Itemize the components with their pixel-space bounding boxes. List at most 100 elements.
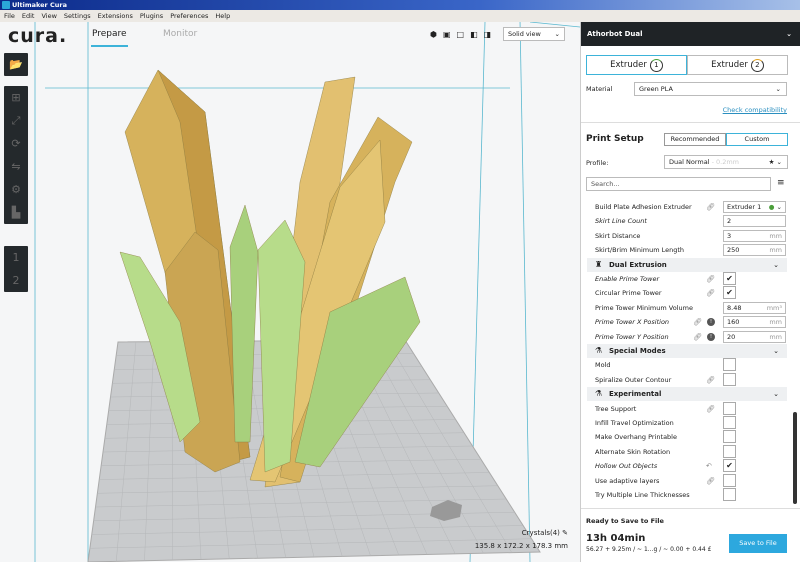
chevron-down-icon: ⌄ (773, 260, 779, 269)
right-view-icon[interactable]: ◨ (484, 30, 492, 39)
category-dual-extrusion-icon: ♜ (595, 259, 603, 269)
model-info: Crystals(4) ✎ 135.8 x 172.2 x 178.3 mm (475, 527, 568, 553)
profile-select[interactable]: Dual Normal - 0.2mm ★ ⌄ (664, 155, 788, 169)
menu-view[interactable]: View (41, 10, 56, 22)
link-icon: 🔗︎ (706, 289, 715, 298)
3d-viewport[interactable]: cura. Prepare Monitor ⬢ ▣ □ ◧ ◨ Solid view ⌄ … (0, 22, 580, 562)
per-model-settings-icon[interactable]: ⚙ (4, 178, 28, 201)
setting-input[interactable]: 160 mm (723, 316, 786, 329)
setting-label: Use adaptive layers (595, 476, 660, 485)
support-blocker-icon[interactable]: ▙ (4, 201, 28, 224)
menu-plugins[interactable]: Plugins (140, 10, 163, 22)
setting-label: Skirt Distance (595, 231, 641, 240)
view-mode-select[interactable]: Solid view ⌄ (503, 27, 565, 41)
recommended-button[interactable]: Recommended (664, 133, 726, 146)
profile-label: Profile: (586, 159, 609, 167)
setting-input[interactable]: 20 mm (723, 330, 786, 343)
menu-extensions[interactable]: Extensions (98, 10, 133, 22)
check-compatibility-link[interactable]: Check compatibility (723, 106, 787, 114)
setting-row: Spiralize Outer Contour 🔗︎ (595, 372, 785, 387)
custom-button[interactable]: Custom (726, 133, 788, 146)
setting-input[interactable]: 250 mm (723, 244, 786, 257)
setting-label: Prime Tower Y Position (595, 332, 669, 341)
setting-label: Build Plate Adhesion Extruder (595, 203, 692, 211)
link-icon: 🔗︎ (706, 404, 715, 413)
printer-selector[interactable]: Athorbot Dual ⌄ (581, 22, 800, 46)
setting-row: Prime Tower Y Position 🔗︎! 20 mm (595, 330, 786, 344)
setting-row: Tree Support 🔗︎ (595, 401, 785, 416)
category-experimental-icon: ⚗ (595, 389, 603, 399)
setting-checkbox[interactable]: ✔ (723, 286, 736, 300)
setting-label: Try Multiple Line Thicknesses (595, 491, 690, 499)
menu-file[interactable]: File (4, 10, 15, 22)
setting-checkbox[interactable] (723, 358, 736, 372)
setting-row: Make Overhang Printable (595, 430, 785, 444)
setting-checkbox[interactable] (723, 416, 736, 429)
front-view-icon[interactable]: ▣ (443, 30, 451, 39)
material-label: Material (586, 85, 613, 93)
title-bar: Ultimaker Cura (0, 0, 800, 10)
setting-label: Skirt/Brim Minimum Length (595, 246, 685, 255)
setting-row: Build Plate Adhesion Extruder 🔗︎ Extruder … (595, 200, 786, 214)
mirror-icon[interactable]: ⇋ (4, 155, 28, 178)
settings-panel: Athorbot Dual ⌄ Extruder 1 Extruder 2 Mater… (580, 22, 800, 562)
link-icon: 🔗︎ (706, 203, 715, 211)
setting-label: Prime Tower X Position (595, 318, 670, 327)
top-view-icon[interactable]: □ (457, 30, 465, 39)
setting-checkbox[interactable] (723, 473, 736, 487)
category-experimental[interactable]: ⚗ Experimental ⌄ (587, 387, 787, 402)
category-dual-extrusion[interactable]: ♜ Dual Extrusion ⌄ (587, 257, 787, 272)
setting-label: Make Overhang Printable (595, 433, 677, 442)
print-time: 13h 04min (586, 533, 646, 544)
model-dimensions: 135.8 x 172.2 x 178.3 mm (474, 542, 568, 550)
search-input[interactable]: Search... (586, 177, 771, 191)
edit-pencil-icon[interactable]: ✎ (562, 529, 568, 537)
scrollbar[interactable] (793, 412, 797, 504)
reset-icon[interactable]: ↶ (706, 459, 712, 473)
tab-prepare[interactable]: Prepare (91, 29, 128, 47)
setting-checkbox[interactable]: ✔ (723, 272, 736, 285)
menu-preferences[interactable]: Preferences (170, 10, 208, 22)
setting-row: Mold (595, 358, 785, 372)
star-icon: ★ ⌄ (768, 158, 782, 166)
left-view-icon[interactable]: ◧ (470, 30, 478, 39)
category-special-modes[interactable]: ⚗ Special Modes ⌄ (587, 344, 787, 358)
setting-row: Try Multiple Line Thicknesses (595, 488, 785, 502)
menu-icon[interactable]: ≡ (777, 178, 785, 188)
setting-input[interactable]: 8.48 mm³ (723, 301, 786, 314)
save-to-file-button[interactable]: Save to File (729, 534, 787, 553)
setting-checkbox[interactable] (723, 430, 736, 444)
setting-input[interactable]: 2 (723, 215, 786, 228)
chevron-down-icon: ⌄ (554, 30, 560, 38)
menu-help[interactable]: Help (215, 10, 230, 22)
scale-icon[interactable]: ⤢ (4, 109, 28, 132)
print-setup-title: Print Setup (586, 134, 644, 144)
material-select[interactable]: Green PLA ⌄ (634, 82, 787, 96)
window-title: Ultimaker Cura (12, 1, 68, 9)
setting-checkbox[interactable] (723, 372, 736, 386)
setting-row: Skirt Line Count 2 (595, 214, 786, 228)
setting-checkbox[interactable] (723, 444, 736, 458)
tab-monitor[interactable]: Monitor (163, 29, 197, 39)
open-file-icon[interactable]: 📂 (4, 53, 28, 76)
category-special-modes-icon: ⚗ (595, 346, 603, 355)
extruder-2-icon[interactable]: 2 (4, 269, 28, 292)
setting-checkbox[interactable] (723, 401, 736, 415)
menu-settings[interactable]: Settings (64, 10, 91, 22)
move-icon[interactable]: ⊞ (4, 86, 28, 109)
3d-view-icon[interactable]: ⬢ (430, 30, 437, 39)
setting-input[interactable]: 3 mm (723, 229, 786, 242)
extruder-2-tab[interactable]: Extruder 2 (687, 55, 788, 75)
setting-checkbox[interactable] (723, 488, 736, 501)
print-estimate: 56.27 + 9.25m / ~ 1...g / ~ 0.00 + 0.44 … (586, 546, 712, 553)
info-icon: ! (707, 318, 715, 327)
setting-label: Hollow Out Objects (595, 462, 658, 471)
setting-checkbox[interactable]: ✔ (723, 459, 736, 473)
rotate-icon[interactable]: ⟳ (4, 132, 28, 155)
extruder-1-tab[interactable]: Extruder 1 (586, 55, 687, 75)
link-icon: 🔗︎ (693, 332, 702, 341)
extruder-1-icon[interactable]: 1 (4, 246, 28, 269)
menu-edit[interactable]: Edit (22, 10, 35, 22)
setting-select[interactable]: Extruder 1 ● ⌄ (723, 201, 786, 213)
app-icon (2, 1, 10, 9)
